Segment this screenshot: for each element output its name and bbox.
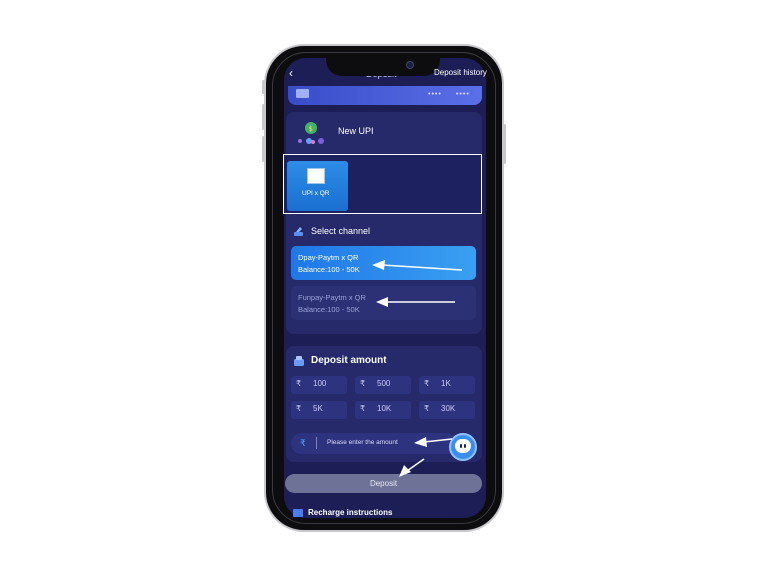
annotation-arrow: [376, 297, 455, 307]
annotation-arrow: [414, 437, 453, 447]
annotation-arrow: [372, 260, 463, 271]
annotation-arrow: [399, 458, 425, 477]
annotation-arrows: [372, 260, 463, 477]
